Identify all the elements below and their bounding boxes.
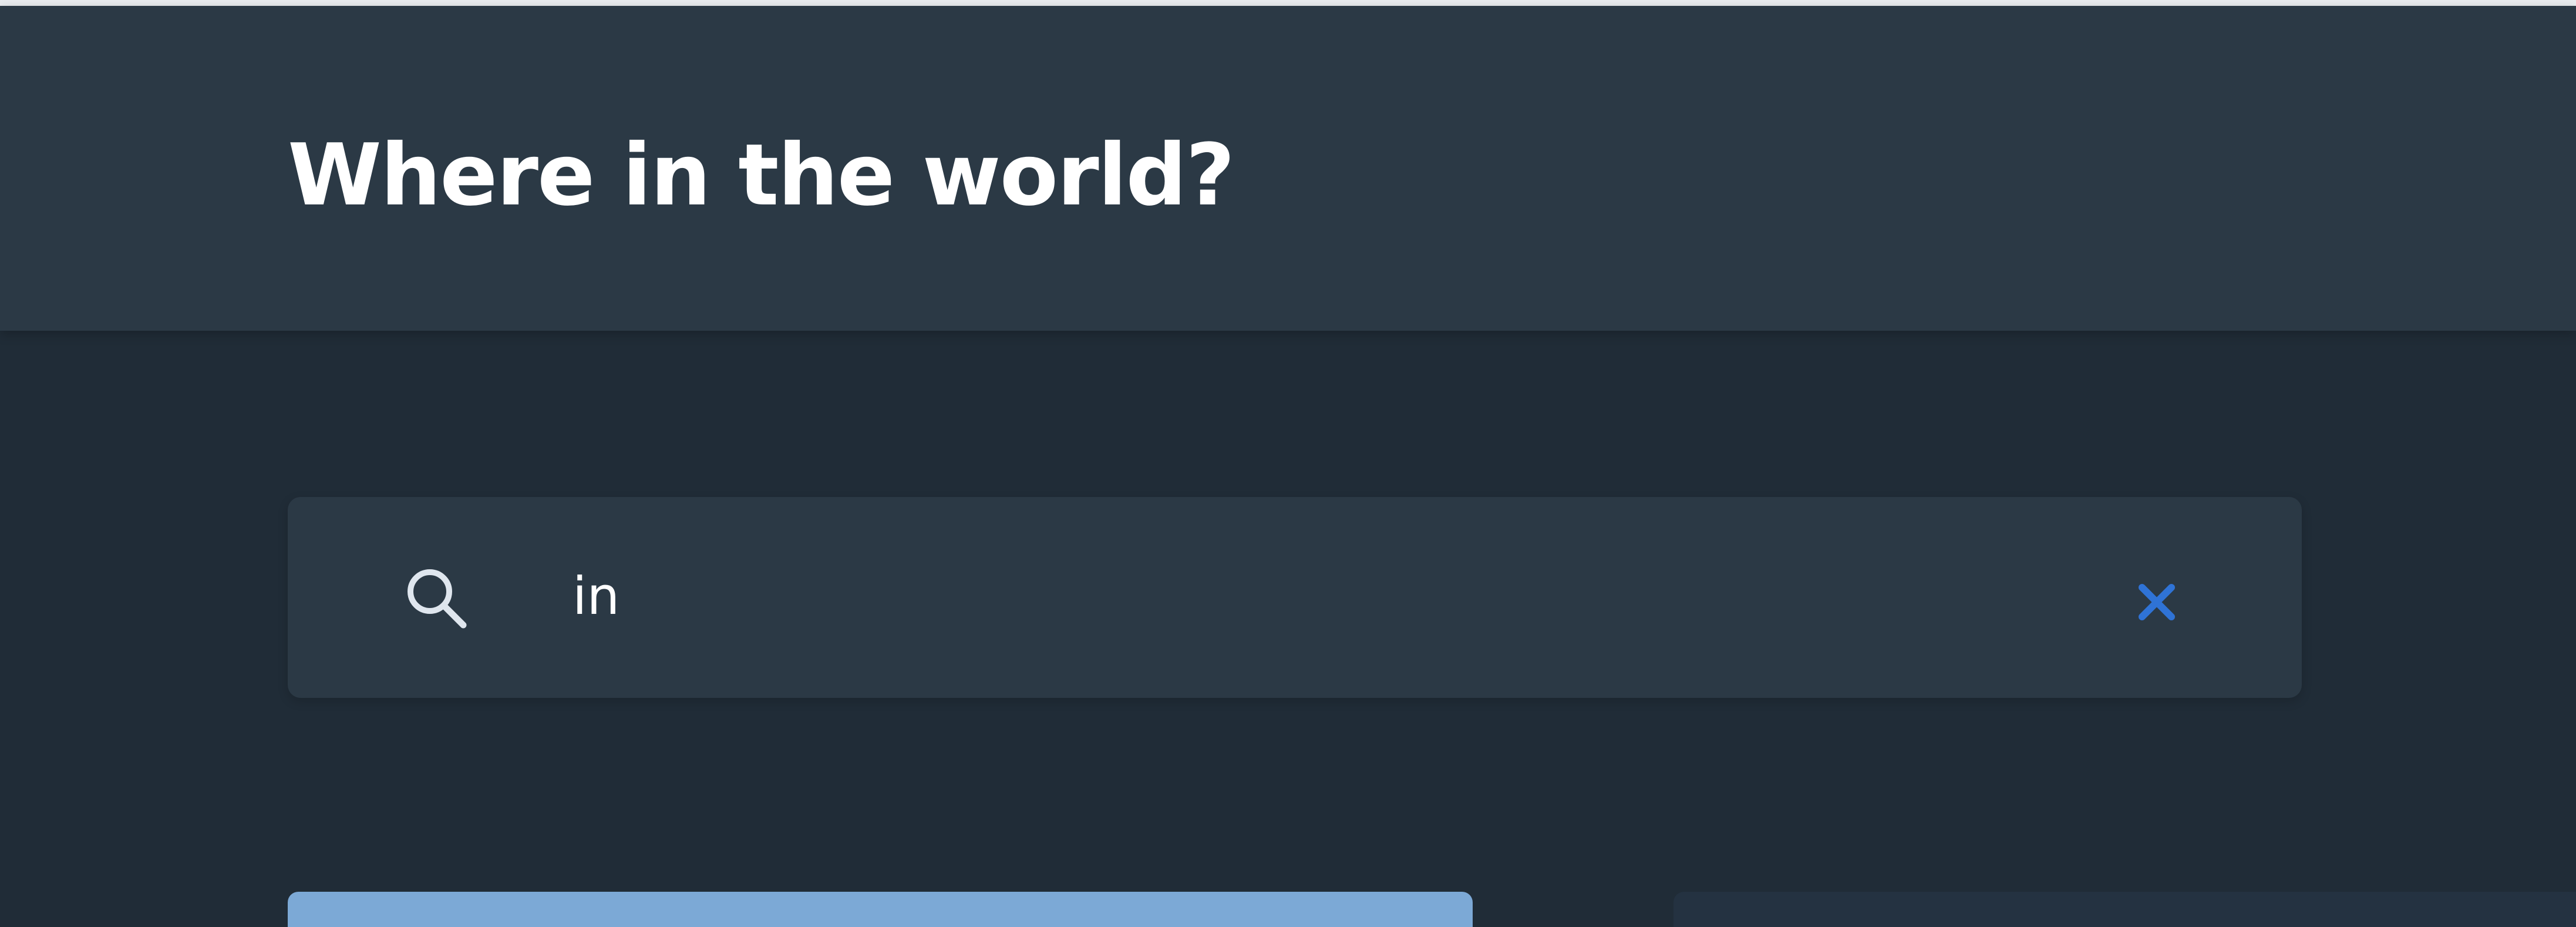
top-border [0, 0, 2576, 6]
search-input[interactable] [573, 546, 2052, 646]
close-icon [2130, 584, 2183, 630]
country-card[interactable] [288, 892, 1473, 927]
clear-search-button[interactable] [2130, 576, 2183, 629]
app-header: Where in the world? [0, 6, 2576, 331]
page-title: Where in the world? [288, 126, 1235, 225]
search-icon [404, 566, 470, 632]
country-card[interactable] [1673, 892, 2576, 927]
